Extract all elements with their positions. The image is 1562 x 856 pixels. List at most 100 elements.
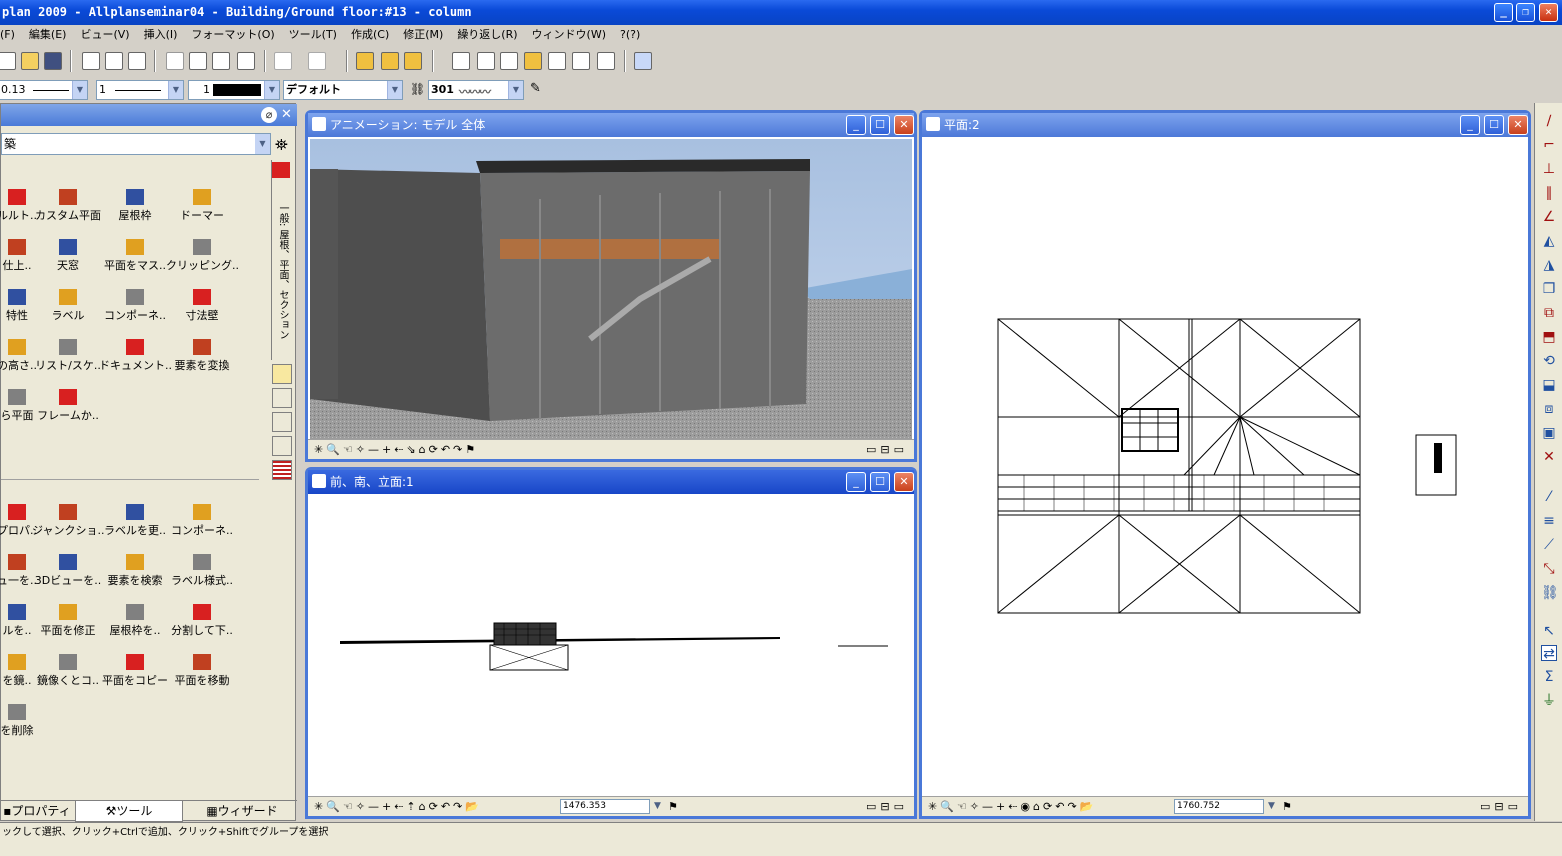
dimension-icon[interactable] [381, 52, 399, 70]
flag-icon[interactable]: ⚑ [1282, 797, 1292, 816]
layer-icon[interactable] [524, 52, 542, 70]
palette-tool[interactable]: リスト/スケ.. [32, 339, 104, 373]
open-icon[interactable] [21, 52, 39, 70]
menu-create[interactable]: 作成(C) [351, 28, 389, 41]
hatch-select[interactable]: 301 〰〰〰 ▼ [428, 80, 524, 100]
selection-mode-icon[interactable]: ⇄ [1541, 645, 1557, 662]
view-nav-icons[interactable]: ✳🔍☜✧—+⇠⇘⌂⟳↶↷⚑ [308, 443, 478, 456]
rotate-icon[interactable]: ⟲ [1541, 353, 1557, 369]
chevron-down-icon[interactable]: ▼ [654, 797, 661, 816]
line-tool-icon[interactable]: ∕ [1541, 113, 1557, 129]
object-icon[interactable] [572, 52, 590, 70]
menu-tools[interactable]: ツール(T) [289, 28, 337, 41]
zoom-field[interactable]: 1476.353 [560, 799, 650, 814]
3d-box-icon[interactable] [597, 52, 615, 70]
palette-tool[interactable]: 平面をマス.. [99, 239, 171, 273]
palette-tool[interactable]: ラベルを更.. [99, 504, 171, 538]
menu-insert[interactable]: 挿入(I) [144, 28, 178, 41]
maximize-button[interactable]: ☐ [870, 115, 890, 135]
palette-tool[interactable]: 平面を修正 [32, 604, 104, 638]
palette-tool[interactable]: 寸法壁 [166, 289, 238, 323]
view-nav-icons[interactable]: ✳🔍☜✧—+⇠⇡⌂⟳↶↷📂 [308, 800, 482, 813]
select-arrow-icon[interactable]: ↖ [1541, 623, 1557, 639]
layout-icon[interactable] [477, 52, 495, 70]
palette-tool[interactable]: 鏡像くとコ.. [32, 654, 104, 688]
line-type-select[interactable]: 1 ▼ [96, 80, 184, 100]
move-icon[interactable]: ⧉ [1541, 305, 1557, 321]
close-icon[interactable]: ✕ [281, 107, 295, 123]
edit-curve-icon[interactable]: ⤡ [1541, 561, 1557, 577]
view-nav-icons[interactable]: ✳🔍☜✧—+⇠◉⌂⟳↶↷📂 [922, 800, 1096, 813]
vertical-tab-general[interactable]: 一般: 屋根、平面、セクション [271, 160, 293, 360]
flag-icon[interactable]: ⚑ [668, 797, 678, 816]
minimize-button[interactable]: _ [1460, 115, 1480, 135]
eyedropper-icon[interactable]: ⁄ [1541, 489, 1557, 505]
menu-repeat[interactable]: 繰り返し(R) [457, 28, 517, 41]
palette-tool[interactable]: フレームか.. [32, 389, 104, 423]
minimize-button[interactable]: _ [846, 115, 866, 135]
menu-edit[interactable]: 編集(E) [29, 28, 67, 41]
layer-select[interactable]: デフォルト ▼ [283, 80, 403, 100]
copy-icon[interactable] [189, 52, 207, 70]
trim-tool-icon[interactable]: ⊥ [1541, 161, 1557, 177]
filter-icon[interactable]: ⏚ [1541, 693, 1557, 709]
link-icon[interactable]: ⛓ [410, 82, 425, 98]
align-icon[interactable]: ≡ [1541, 513, 1557, 529]
palette-tool[interactable]: コンポーネ.. [166, 504, 238, 538]
wall-tool-icon[interactable]: ⌐ [1541, 137, 1557, 153]
menu-modify[interactable]: 修正(M) [403, 28, 443, 41]
palette-tool[interactable]: 平面をコピー [99, 654, 171, 688]
open-project-icon[interactable] [452, 52, 470, 70]
save-icon[interactable] [44, 52, 62, 70]
measure-icon[interactable] [356, 52, 374, 70]
join-icon[interactable]: ⛓ [1541, 585, 1559, 601]
palette-tool[interactable]: 3Dビューを.. [32, 554, 104, 588]
format-painter-icon[interactable] [237, 52, 255, 70]
palette-tool[interactable]: ドキュメント.. [99, 339, 172, 373]
help-icon[interactable] [634, 52, 652, 70]
elevation-drawing[interactable] [310, 496, 912, 798]
palette-tool[interactable]: クリッピング.. [166, 239, 239, 273]
palette-tool[interactable]: ラベル様式.. [166, 554, 238, 588]
list-icon[interactable] [272, 460, 292, 480]
palette-tool[interactable]: カスタム平面 [32, 189, 104, 223]
maximize-button[interactable]: ☐ [1484, 115, 1504, 135]
menu-view[interactable]: ビュー(V) [80, 28, 129, 41]
palette-tool[interactable]: 屋根枠 [99, 189, 171, 223]
palette-tool[interactable]: を削除 [0, 704, 53, 738]
zoom-field[interactable]: 1760.752 [1174, 799, 1264, 814]
binoculars-icon[interactable]: ⛯ [275, 135, 288, 155]
plan-drawing[interactable] [924, 139, 1526, 799]
palette-tool[interactable]: 平面を移動 [166, 654, 238, 688]
plan-window[interactable]: 平面:2 _ ☐ ✕ ✳🔍☜✧—+⇠◉⌂⟳↶↷📂 1760.752 ▼ ⚑ ▭⊟… [919, 110, 1531, 819]
copy-icon[interactable]: ❐ [1541, 281, 1557, 297]
tab-wizard[interactable]: ▦ウィザード [197, 801, 287, 822]
window-options-icons[interactable]: ▭⊟▭ [866, 797, 908, 816]
parallel-tool-icon[interactable]: ∥ [1541, 185, 1557, 201]
restore-button[interactable]: ❐ [1516, 3, 1535, 22]
3d-model-view[interactable] [310, 139, 912, 441]
palette-tool[interactable]: ラベル [32, 289, 104, 323]
palette-tool[interactable]: 屋根枠を.. [99, 604, 171, 638]
palette-tool[interactable]: 天窓 [32, 239, 104, 273]
elevation-window[interactable]: 前、南、立面:1 _ ☐ ✕ ✳🔍☜✧—+⇠⇡⌂⟳↶↷📂 1476.353 ▼ … [305, 467, 917, 819]
box-icon[interactable] [272, 412, 292, 432]
undo-icon[interactable] [274, 52, 292, 70]
close-button[interactable]: ✕ [1508, 115, 1528, 135]
text-icon[interactable] [500, 52, 518, 70]
offset-icon[interactable]: ▣ [1541, 425, 1557, 441]
palette-tool[interactable]: 要素を検索 [99, 554, 171, 588]
print-preview-icon[interactable] [105, 52, 123, 70]
category-select[interactable]: 築 ▼ [1, 133, 271, 155]
paste-icon[interactable] [212, 52, 230, 70]
pin-icon[interactable]: ⌀ [261, 107, 277, 123]
redo-icon[interactable] [308, 52, 326, 70]
minimize-button[interactable]: _ [846, 472, 866, 492]
palette-tool[interactable]: 要素を変換 [166, 339, 238, 373]
animation-window[interactable]: アニメーション: モデル 全体 _ ☐ ✕ ✳🔍☜✧—+⇠⇘⌂⟳↶↷⚑ ▭⊟▭ [305, 110, 917, 462]
close-button[interactable]: ✕ [894, 472, 914, 492]
minimize-button[interactable]: _ [1494, 3, 1513, 22]
close-button[interactable]: ✕ [894, 115, 914, 135]
page-setup-icon[interactable] [128, 52, 146, 70]
mirror-copy-icon[interactable]: ◮ [1541, 257, 1557, 273]
